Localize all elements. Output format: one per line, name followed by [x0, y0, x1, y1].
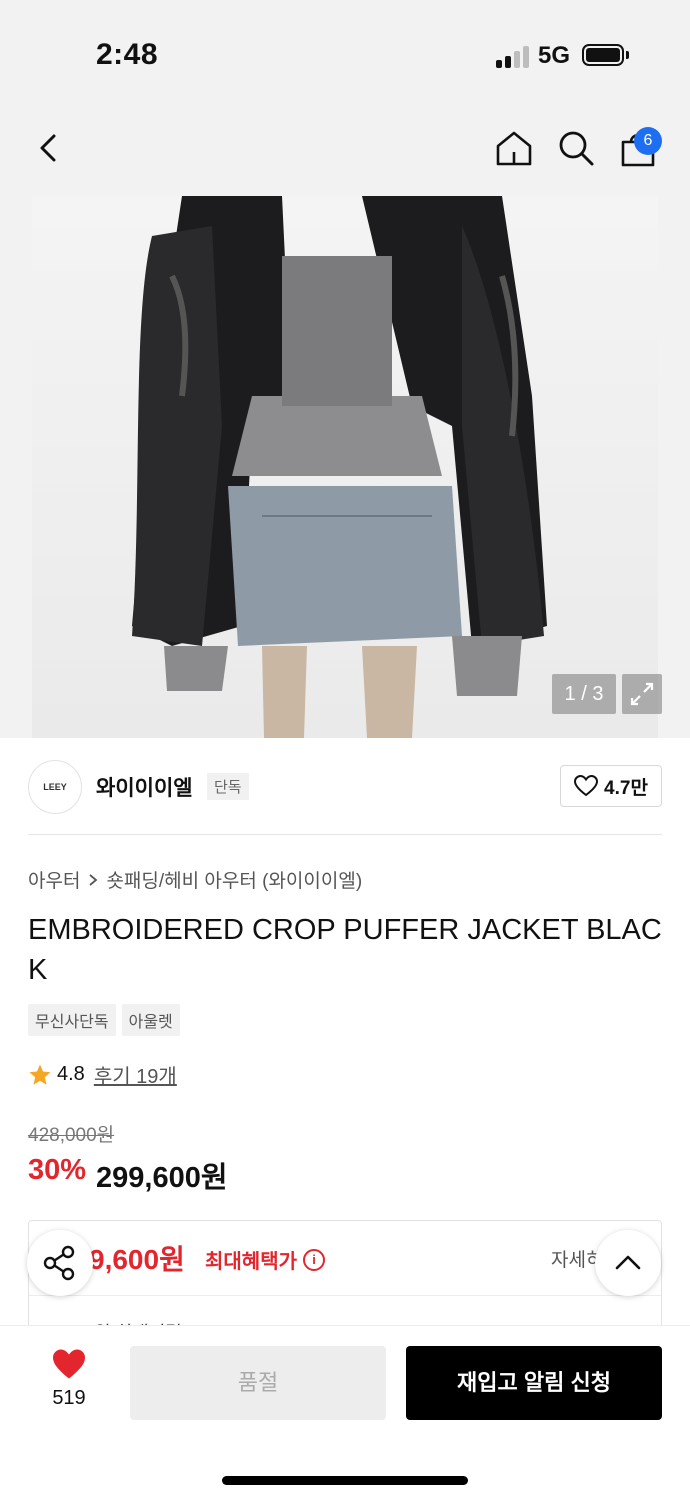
- star-icon: [29, 1064, 51, 1085]
- chevron-right-icon: [89, 873, 98, 886]
- breadcrumb-subcategory[interactable]: 숏패딩/헤비 아우터 (와이이이엘): [106, 866, 362, 893]
- battery-icon: [582, 44, 624, 66]
- cart-count-badge: 6: [634, 127, 662, 155]
- rating-value: 4.8: [57, 1063, 85, 1085]
- signal-icon: [496, 44, 530, 68]
- price-row: 30% 299,600원: [28, 1154, 228, 1196]
- tag-musinsa-exclusive: 무신사단독: [28, 1004, 116, 1036]
- header: [0, 100, 690, 196]
- benefit-label-text: 최대혜택가: [205, 1251, 297, 1273]
- back-icon[interactable]: [28, 128, 68, 168]
- divider: [28, 834, 662, 835]
- divider: [29, 1295, 661, 1296]
- expand-icon[interactable]: [622, 674, 662, 714]
- tag-outlet: 아울렛: [121, 1004, 180, 1036]
- product-image-gallery[interactable]: [0, 196, 690, 738]
- heart-outline-icon: [574, 775, 599, 797]
- info-icon[interactable]: i: [303, 1248, 325, 1271]
- breadcrumb: 아우터 숏패딩/헤비 아우터 (와이이이엘): [28, 866, 362, 893]
- review-link[interactable]: 후기 19개: [94, 1060, 177, 1089]
- status-bar: 2:48 5G: [0, 0, 690, 100]
- product-title: EMBROIDERED CROP PUFFER JACKET BLACK: [28, 914, 662, 986]
- home-indicator: [222, 1476, 468, 1485]
- restock-alert-button[interactable]: 재입고 알림 신청: [406, 1346, 662, 1420]
- wishlist-count: 519: [52, 1387, 86, 1409]
- breadcrumb-category[interactable]: 아우터: [28, 866, 80, 893]
- sale-price: 299,600원: [96, 1162, 228, 1194]
- home-icon[interactable]: [494, 128, 534, 168]
- scroll-top-button[interactable]: [595, 1230, 661, 1296]
- product-tags: 무신사단독 아울렛: [28, 1004, 180, 1036]
- product-photo: [32, 196, 658, 738]
- search-icon[interactable]: [556, 128, 596, 168]
- exclusive-badge: 단독: [207, 773, 249, 800]
- brand-like-button[interactable]: 4.7만: [560, 765, 662, 807]
- brand-logo[interactable]: LEEY: [28, 760, 82, 814]
- soldout-button[interactable]: 품절: [130, 1346, 386, 1420]
- chevron-up-icon: [615, 1255, 641, 1270]
- status-time: 2:48: [96, 38, 159, 71]
- share-button[interactable]: [27, 1230, 93, 1296]
- brand-name[interactable]: 와이이이엘: [96, 772, 193, 802]
- brand-like-count: 4.7만: [604, 777, 648, 799]
- max-benefit-price: 9,600원: [89, 1244, 185, 1275]
- heart-filled-icon: [53, 1349, 85, 1379]
- share-icon: [43, 1245, 75, 1281]
- discount-rate: 30%: [28, 1154, 87, 1186]
- original-price: 428,000원: [28, 1125, 115, 1146]
- rating-row: 4.8 후기 19개: [28, 1060, 177, 1089]
- network-label: 5G: [538, 42, 571, 69]
- wishlist-button[interactable]: 519: [38, 1348, 100, 1410]
- max-benefit-label: 최대혜택가 i: [205, 1245, 325, 1274]
- image-counter: 1 / 3: [552, 674, 616, 714]
